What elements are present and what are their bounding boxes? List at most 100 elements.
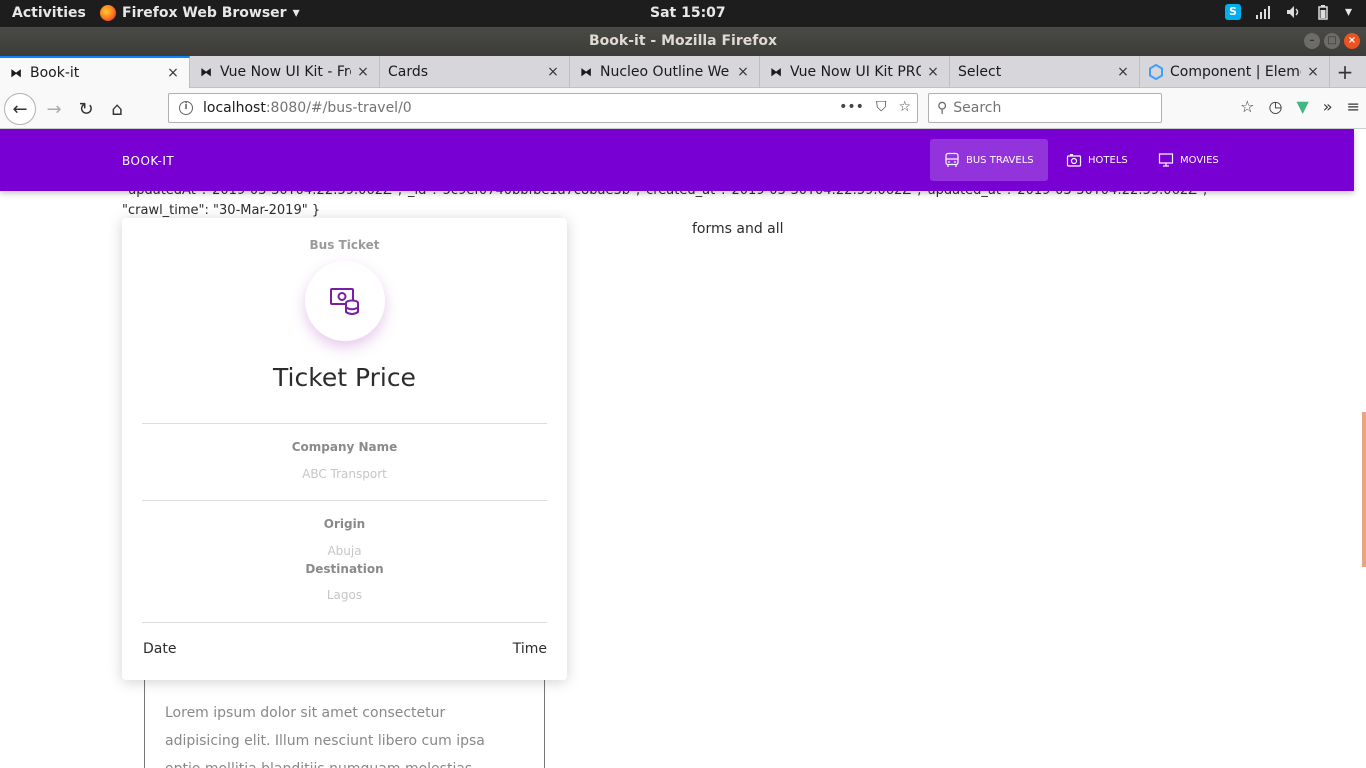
close-icon[interactable]: ×: [355, 64, 371, 80]
nav-movies[interactable]: MOVIES: [1144, 139, 1233, 181]
icon-circle: [305, 261, 385, 341]
tab-book-it[interactable]: ⧓ Book-it ×: [0, 56, 190, 88]
bookmark-star-icon[interactable]: ☆: [898, 99, 911, 115]
url-bar[interactable]: i localhost:8080/#/bus-travel/0 ••• ⛉ ☆: [168, 93, 918, 123]
app-menu-label: Firefox Web Browser: [122, 5, 287, 21]
nav-bus-travels[interactable]: BUS TRAVELS: [930, 139, 1048, 181]
home-button[interactable]: ⌂: [101, 93, 133, 125]
close-icon[interactable]: ×: [1115, 64, 1131, 80]
close-icon[interactable]: ×: [1305, 64, 1321, 80]
nav-label: MOVIES: [1180, 154, 1219, 166]
tab-label: Component | Eleme: [1170, 64, 1301, 80]
search-bar[interactable]: ⚲: [928, 93, 1162, 123]
lorem-text: Lorem ipsum dolor sit amet consectetur a…: [165, 705, 485, 768]
tab-nucleo[interactable]: ⧓ Nucleo Outline We ×: [570, 56, 760, 88]
company-label: Company Name: [291, 440, 398, 454]
window-title: Book-it - Mozilla Firefox: [589, 33, 777, 49]
vue-devtools-icon[interactable]: ▼: [1296, 97, 1308, 116]
arrow-right-icon: →: [46, 98, 62, 120]
origin-label: Origin: [323, 517, 366, 531]
reload-icon: ↻: [78, 98, 94, 120]
close-icon[interactable]: ×: [735, 64, 751, 80]
system-tray: S ▾: [1224, 4, 1352, 20]
pocket-icon[interactable]: ⛉: [876, 99, 887, 115]
tab-strip: ⧓ Book-it × ⧓ Vue Now UI Kit - Fre × Car…: [0, 56, 1366, 88]
window-title-bar: Book-it - Mozilla Firefox – □ ×: [0, 27, 1366, 56]
close-icon[interactable]: ×: [545, 64, 561, 80]
battery-icon[interactable]: [1315, 4, 1331, 20]
close-icon[interactable]: ×: [165, 65, 181, 81]
volume-icon[interactable]: [1285, 4, 1301, 20]
activities-button[interactable]: Activities: [12, 5, 86, 21]
caret-down-icon: ▾: [292, 5, 300, 21]
forward-button[interactable]: →: [38, 93, 70, 125]
bus-icon: [945, 152, 959, 167]
bowtie-icon: ⧓: [10, 66, 22, 80]
tab-label: Select: [958, 64, 1002, 80]
brand-link[interactable]: BOOK-IT: [122, 154, 174, 168]
nav-toolbar: ← → ↻ ⌂ i localhost:8080/#/bus-travel/0 …: [0, 88, 1366, 129]
ticket-card: Bus Ticket Ticket Price Company Name ABC…: [122, 218, 567, 680]
history-icon[interactable]: ◷: [1269, 97, 1283, 116]
date-label: Date: [143, 641, 177, 657]
back-button[interactable]: ←: [4, 93, 36, 125]
nav-label: HOTELS: [1088, 154, 1128, 166]
os-top-bar: Activities Firefox Web Browser ▾ Sat 15:…: [0, 0, 1366, 27]
tab-label: Vue Now UI Kit PRO: [790, 64, 921, 80]
tab-label: Book-it: [30, 65, 80, 81]
tab-select[interactable]: Select ×: [950, 56, 1140, 88]
money-coins-icon: [330, 288, 359, 315]
bowtie-icon: ⧓: [580, 65, 592, 79]
card-category: Bus Ticket: [309, 238, 380, 252]
app-menu[interactable]: Firefox Web Browser ▾: [100, 5, 300, 21]
tab-cards[interactable]: Cards ×: [380, 56, 570, 88]
info-icon[interactable]: i: [179, 101, 193, 115]
nav-hotels[interactable]: HOTELS: [1052, 139, 1142, 181]
close-window-icon[interactable]: ×: [1344, 33, 1360, 49]
signal-icon[interactable]: [1255, 4, 1271, 20]
divider: [142, 500, 547, 501]
company-value: ABC Transport: [302, 467, 387, 481]
camera-icon: [1066, 154, 1082, 167]
arrow-left-icon: ←: [12, 98, 28, 120]
tab-label: Vue Now UI Kit - Fre: [220, 64, 351, 80]
window-controls: – □ ×: [1304, 33, 1360, 49]
home-icon: ⌂: [111, 98, 123, 120]
forms-text: forms and all: [692, 221, 784, 237]
skype-icon[interactable]: S: [1224, 4, 1241, 20]
library-icon[interactable]: ☆: [1240, 97, 1254, 116]
overflow-chevron-icon[interactable]: »: [1323, 97, 1333, 116]
monitor-icon: [1158, 153, 1174, 167]
tab-label: Nucleo Outline We: [600, 64, 730, 80]
origin-value: Abuja: [327, 544, 362, 558]
lorem-card: Lorem ipsum dolor sit amet consectetur a…: [144, 669, 545, 768]
tab-vue-now-ui-kit[interactable]: ⧓ Vue Now UI Kit - Fre ×: [190, 56, 380, 88]
maximize-icon[interactable]: □: [1324, 33, 1340, 49]
firefox-logo-icon: [100, 5, 116, 21]
url-host: localhost: [203, 100, 266, 116]
element-icon: [1149, 64, 1163, 80]
bowtie-icon: ⧓: [770, 65, 782, 79]
time-label: Time: [512, 641, 547, 657]
tab-element-component[interactable]: Component | Eleme ×: [1140, 56, 1330, 88]
url-actions: ••• ⛉ ☆: [839, 99, 911, 115]
app-navbar: BOOK-IT BUS TRAVELS HOTELS MOVIES: [0, 129, 1354, 191]
tab-label: Cards: [388, 64, 429, 80]
tab-vue-now-ui-kit-pro[interactable]: ⧓ Vue Now UI Kit PRO ×: [760, 56, 950, 88]
search-input[interactable]: [953, 100, 1144, 116]
system-menu-caret-icon[interactable]: ▾: [1345, 4, 1352, 20]
reload-button[interactable]: ↻: [70, 93, 102, 125]
nav-label: BUS TRAVELS: [966, 154, 1034, 166]
minimize-icon[interactable]: –: [1304, 33, 1320, 49]
scrollbar-accent[interactable]: [1362, 412, 1366, 567]
hamburger-menu-icon[interactable]: ≡: [1347, 97, 1360, 116]
close-icon[interactable]: ×: [925, 64, 941, 80]
url-path: :8080/#/bus-travel/0: [265, 100, 412, 116]
card-title: Ticket Price: [273, 363, 416, 392]
bowtie-icon: ⧓: [200, 65, 212, 79]
clock[interactable]: Sat 15:07: [650, 5, 726, 21]
search-icon: ⚲: [937, 100, 948, 116]
page-actions-icon[interactable]: •••: [839, 99, 864, 115]
new-tab-button[interactable]: +: [1330, 56, 1360, 88]
divider: [142, 423, 547, 424]
